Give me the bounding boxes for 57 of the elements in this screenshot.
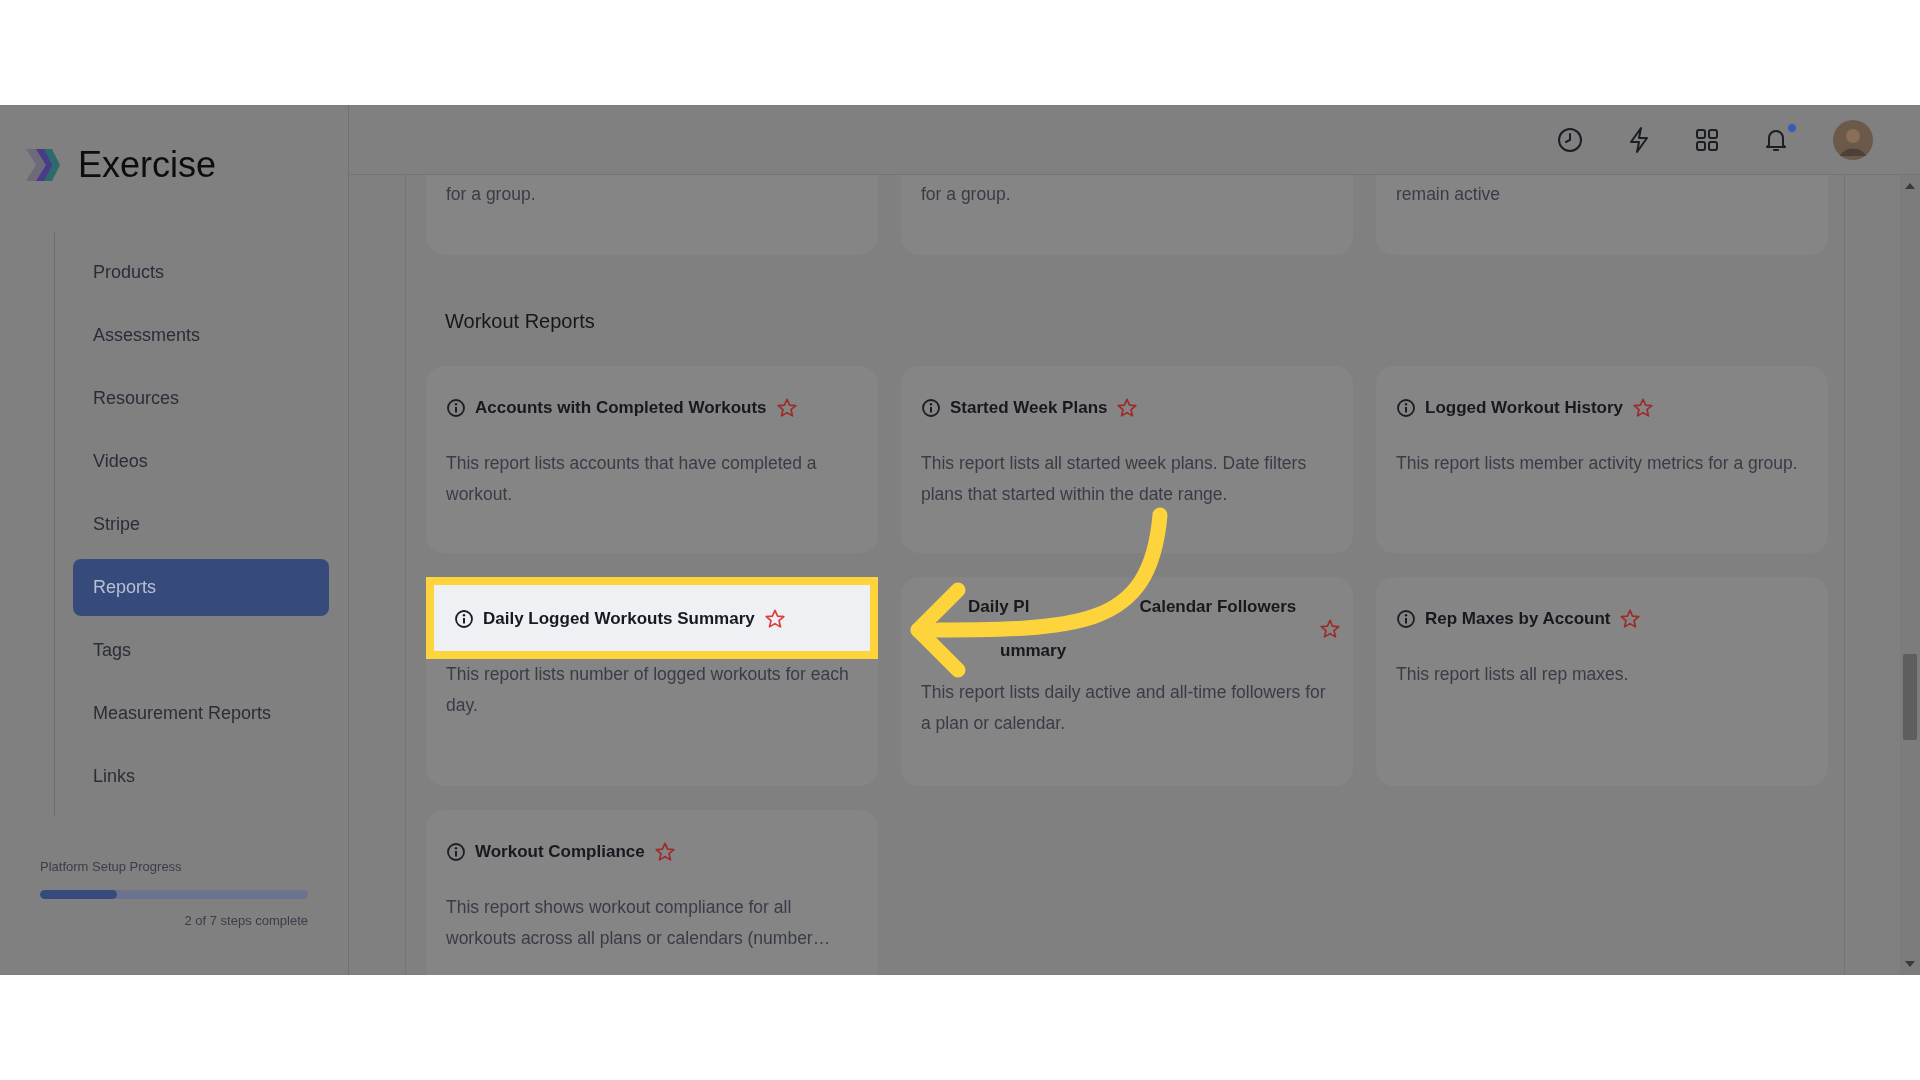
- card-title: Accounts with Completed Workouts: [475, 397, 767, 419]
- star-icon[interactable]: [763, 607, 786, 630]
- scrollbar[interactable]: [1900, 175, 1920, 975]
- scroll-thumb[interactable]: [1903, 654, 1917, 740]
- card-title: Rep Maxes by Account: [1425, 608, 1611, 630]
- scroll-down-icon[interactable]: [1905, 961, 1915, 967]
- card-description: This report lists accounts that have completed a workout.: [446, 452, 818, 506]
- card-description: for a group.: [921, 183, 1012, 206]
- card-title: Daily Pl: [968, 597, 1030, 617]
- sidebar-item[interactable]: Products: [73, 244, 329, 301]
- card-title: ummary: [1000, 641, 1068, 661]
- lightning-icon[interactable]: [1628, 125, 1650, 154]
- star-icon[interactable]: [1632, 396, 1654, 419]
- progress-label: Platform Setup Progress: [40, 859, 183, 874]
- section-title: Workout Reports: [444, 309, 596, 333]
- report-card[interactable]: Daily Logged Workouts Summary This report lists number of logged workouts for each day.: [426, 577, 878, 786]
- card-title: Calendar Followers: [1139, 597, 1297, 617]
- progress-caption: 2 of 7 steps complete: [183, 913, 308, 928]
- star-icon[interactable]: [1619, 607, 1642, 630]
- report-card[interactable]: for a group.: [901, 175, 1353, 255]
- sidebar-item[interactable]: Reports: [73, 559, 329, 616]
- star-icon[interactable]: [775, 396, 798, 419]
- card-title: Daily Logged Workouts Summary: [483, 608, 755, 630]
- report-card[interactable]: for a group.: [426, 175, 878, 255]
- sidebar-item[interactable]: Assessments: [73, 307, 329, 364]
- card-description: for a group.: [446, 183, 537, 206]
- report-card[interactable]: Started Week Plans This report lists all started week plans. Date filters plans that started within the date range.: [901, 366, 1353, 553]
- card-title: Logged Workout History: [1425, 397, 1623, 419]
- report-card[interactable]: Rep Maxes by Account This report lists all rep maxes.: [1376, 577, 1828, 786]
- card-description: This report lists daily active and all-time followers for a plan or calendar.: [921, 681, 1327, 735]
- star-icon[interactable]: [1319, 618, 1341, 640]
- sidebar-item[interactable]: Measurement Reports: [73, 685, 329, 742]
- sidebar-item[interactable]: Stripe: [73, 496, 329, 553]
- star-icon[interactable]: [1116, 396, 1139, 419]
- card-description: This report shows workout compliance for all workouts across all plans or calendars (number…: [446, 896, 832, 950]
- logo-icon: [24, 147, 62, 183]
- card-description: This report lists member activity metrics for a group.: [1396, 452, 1799, 475]
- scroll-up-icon[interactable]: [1905, 183, 1915, 189]
- sidebar-item[interactable]: Links: [73, 748, 329, 805]
- report-card[interactable]: Logged Workout History This report lists member activity metrics for a group.: [1376, 366, 1828, 553]
- report-card[interactable]: remain active: [1376, 175, 1828, 255]
- card-description: This report lists all rep maxes.: [1396, 663, 1630, 686]
- card-title: Started Week Plans: [950, 397, 1108, 419]
- report-card[interactable]: Accounts with Completed Workouts This report lists accounts that have completed a workout.: [426, 366, 878, 553]
- report-card[interactable]: Workout Compliance This report shows workout compliance for all workouts across all plans or calendars (number…: [426, 810, 878, 975]
- card-description: remain active: [1396, 183, 1502, 206]
- avatar[interactable]: [1833, 119, 1873, 160]
- sidebar-item[interactable]: Resources: [73, 370, 329, 427]
- sidebar-item[interactable]: Tags: [73, 622, 329, 679]
- app-name: Exercise: [78, 144, 217, 186]
- card-description: This report lists all started week plans. Date filters plans that started within the date range.: [921, 452, 1308, 506]
- star-icon[interactable]: [653, 840, 676, 863]
- grid-icon[interactable]: [1695, 127, 1719, 152]
- card-title: Workout Compliance: [475, 841, 645, 863]
- clock-icon[interactable]: [1557, 126, 1583, 153]
- sidebar-item[interactable]: Videos: [73, 433, 329, 490]
- card-description: This report lists number of logged workouts for each day.: [446, 663, 850, 717]
